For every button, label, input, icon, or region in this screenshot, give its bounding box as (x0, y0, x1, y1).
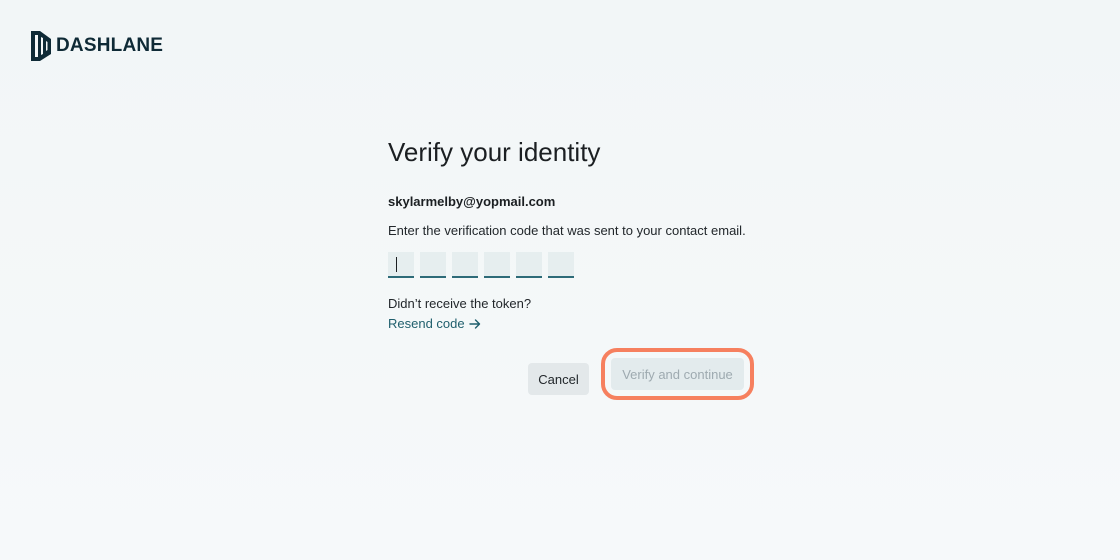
code-digit-2[interactable] (420, 252, 446, 278)
account-email: skylarmelby@yopmail.com (388, 194, 556, 209)
form-actions: Cancel Verify and continue (528, 348, 754, 400)
text-caret (396, 257, 397, 272)
page-title: Verify your identity (388, 137, 601, 167)
code-digit-6[interactable] (548, 252, 574, 278)
brand-name: DASHLANE (56, 35, 164, 56)
verify-button-highlight: Verify and continue (601, 348, 754, 400)
verification-code-inputs (388, 252, 748, 278)
arrow-right-icon (468, 318, 480, 329)
code-digit-3[interactable] (452, 252, 478, 278)
verify-and-continue-button[interactable]: Verify and continue (611, 358, 744, 390)
resend-code-label: Resend code (388, 316, 465, 331)
cancel-button[interactable]: Cancel (528, 363, 589, 395)
resend-question: Didn’t receive the token? (388, 296, 532, 311)
dashlane-logo-icon (31, 31, 51, 61)
verify-panel: Verify your identity skylarmelby@yopmail… (388, 136, 748, 333)
resend-code-link[interactable]: Resend code (388, 316, 481, 331)
code-digit-1[interactable] (388, 252, 414, 278)
code-digit-5[interactable] (516, 252, 542, 278)
dashlane-logo: DASHLANE (30, 30, 163, 62)
code-digit-4[interactable] (484, 252, 510, 278)
instructions-text: Enter the verification code that was sen… (388, 223, 746, 238)
